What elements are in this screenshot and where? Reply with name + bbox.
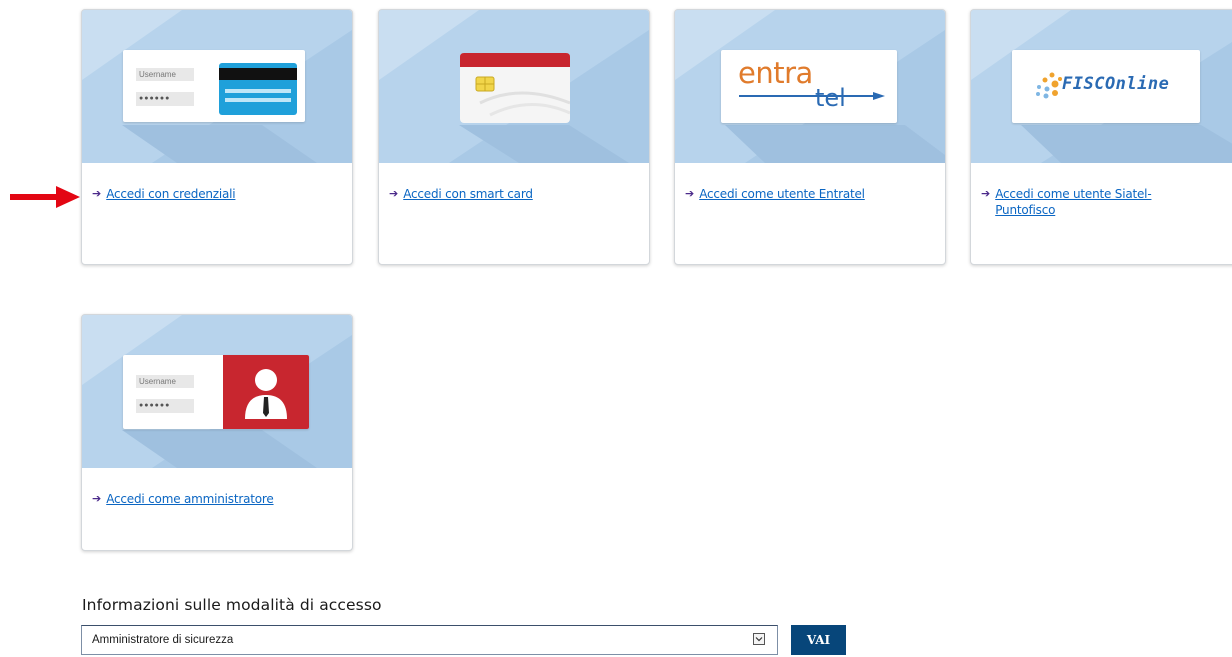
fisconline-logo: FISCOnline [1012,50,1200,123]
password-mask: ●●●●●● [136,399,194,413]
access-mode-select[interactable]: Amministratore di sicurezza [81,625,778,655]
link-accedi-credenziali[interactable]: Accedi con credenziali [106,186,235,202]
login-page: Username ●●●●●● ➔ Accedi con credenziali [0,0,1232,657]
link-line-2: Puntofisco [995,203,1056,217]
arrow-right-icon: ➔ [92,492,102,505]
smart-card-icon [460,53,570,123]
arrow-right-icon: ➔ [92,187,102,200]
card-link-row: ➔ Accedi con smart card [389,186,533,202]
go-button[interactable]: VAI [791,625,846,655]
admin-user-icon [223,355,309,429]
card-smart-card[interactable]: ➔ Accedi con smart card [378,9,650,265]
username-label: Username [136,375,194,388]
arrow-right-icon: ➔ [685,187,695,200]
arrow-right-icon: ➔ [981,187,991,200]
card-image: Username ●●●●●● [82,315,352,468]
entratel-word-entra: entra [738,56,813,90]
fisconline-wordmark: FISCOnline [1062,74,1170,94]
card-link-row: ➔ Accedi come utente Entratel [685,186,865,202]
link-accedi-smart-card[interactable]: Accedi con smart card [403,186,533,202]
credentials-card-icon: Username ●●●●●● [123,50,305,122]
card-entratel[interactable]: entra tel ➔ Accedi come utente Entratel [674,9,946,265]
card-administrator[interactable]: Username ●●●●●● ➔ Accedi come amministra… [81,314,353,551]
link-accedi-entratel[interactable]: Accedi come utente Entratel [699,186,865,202]
entratel-word-tel: tel [815,84,846,112]
username-label: Username [136,68,194,81]
password-mask: ●●●●●● [136,92,194,106]
link-line-1: Accedi come utente Siatel- [995,187,1152,201]
card-credentials[interactable]: Username ●●●●●● ➔ Accedi con credenziali [81,9,353,265]
card-link-row: ➔ Accedi come amministratore [92,491,274,507]
card-image: FISCOnline [971,10,1232,163]
red-pointer-arrow-icon [10,186,80,208]
arrow-right-icon: ➔ [389,187,399,200]
entratel-underline-arrow [739,92,885,100]
card-siatel-puntofisco[interactable]: FISCOnline ➔ Accedi come utente Siatel- … [970,9,1232,265]
card-image [379,10,649,163]
card-link-row: ➔ Accedi come utente Siatel- Puntofisco [981,186,1152,218]
entratel-logo: entra tel [721,50,897,123]
credit-card-icon [219,63,297,115]
select-value: Amministratore di sicurezza [92,634,234,646]
fisconline-dots-icon [1036,72,1062,99]
chevron-down-icon[interactable] [753,633,765,645]
card-link-row: ➔ Accedi con credenziali [92,186,236,202]
link-accedi-amministratore[interactable]: Accedi come amministratore [106,491,274,507]
card-image: entra tel [675,10,945,163]
access-info-title: Informazioni sulle modalità di accesso [82,596,382,614]
link-accedi-siatel-puntofisco[interactable]: Accedi come utente Siatel- Puntofisco [995,186,1151,218]
administrator-card-icon: Username ●●●●●● [123,355,309,429]
card-image: Username ●●●●●● [82,10,352,163]
